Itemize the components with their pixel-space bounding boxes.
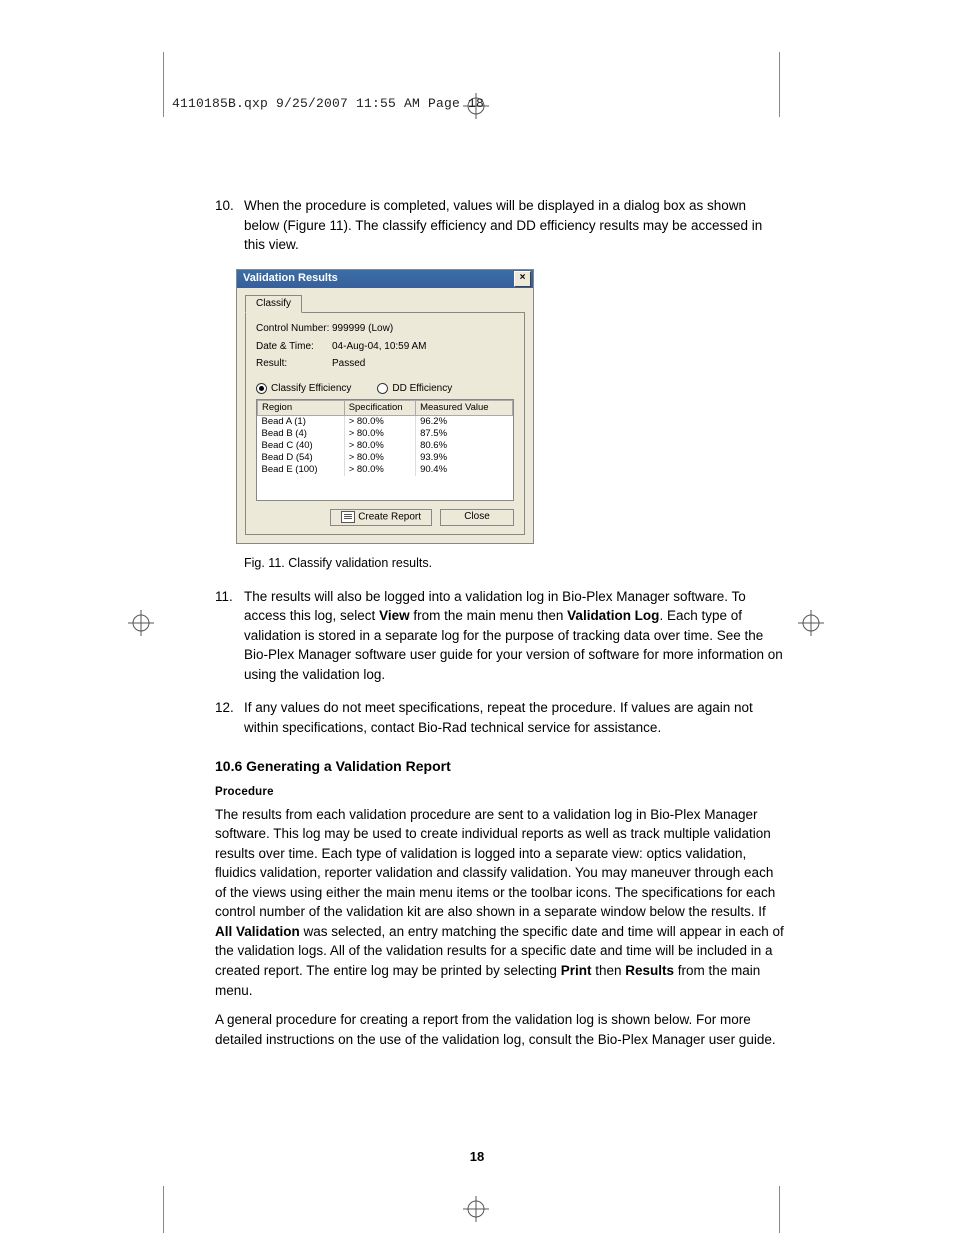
page: 4110185B.qxp 9/25/2007 11:55 AM Page 18 … bbox=[0, 0, 954, 1235]
header-imprint: 4110185B.qxp 9/25/2007 11:55 AM Page 18 bbox=[172, 95, 484, 114]
dialog-title-bar: Validation Results × bbox=[237, 270, 533, 288]
table-row: Bead C (40)> 80.0%80.6% bbox=[258, 440, 513, 452]
value-result: Passed bbox=[332, 358, 365, 371]
label-control-number: Control Number: bbox=[256, 323, 332, 336]
create-report-button[interactable]: Create Report bbox=[330, 509, 432, 526]
crop-mark bbox=[779, 1186, 780, 1233]
table-row: Bead B (4)> 80.0%87.5% bbox=[258, 428, 513, 440]
table-row: Bead D (54)> 80.0%93.9% bbox=[258, 452, 513, 464]
tab-classify[interactable]: Classify bbox=[245, 295, 302, 314]
dialog-body: Classify Control Number: 999999 (Low) Da… bbox=[237, 288, 533, 544]
label-date-time: Date & Time: bbox=[256, 341, 332, 354]
radio-classify-efficiency[interactable]: Classify Efficiency bbox=[256, 383, 351, 396]
content-column: 10. When the procedure is completed, val… bbox=[215, 196, 785, 1059]
registration-mark-icon bbox=[463, 1196, 489, 1222]
registration-mark-icon bbox=[128, 610, 154, 636]
close-icon[interactable]: × bbox=[514, 271, 531, 287]
list-number: 10. bbox=[215, 196, 244, 255]
radio-dd-efficiency[interactable]: DD Efficiency bbox=[377, 383, 452, 396]
procedure-heading: Procedure bbox=[215, 784, 785, 801]
report-icon bbox=[341, 511, 355, 523]
paragraph: The results from each validation procedu… bbox=[215, 805, 785, 1001]
crop-mark bbox=[163, 52, 164, 117]
list-item: 11. The results will also be logged into… bbox=[215, 587, 785, 685]
list-body: When the procedure is completed, values … bbox=[244, 196, 785, 255]
table-row: Bead A (1)> 80.0%96.2% bbox=[258, 416, 513, 428]
validation-results-dialog: Validation Results × Classify Control Nu… bbox=[236, 269, 534, 545]
radio-icon bbox=[377, 383, 388, 394]
section-heading: 10.6 Generating a Validation Report bbox=[215, 756, 785, 776]
list-body: If any values do not meet specifications… bbox=[244, 698, 785, 737]
page-number: 18 bbox=[0, 1148, 954, 1167]
list-number: 11. bbox=[215, 587, 244, 685]
dialog-title: Validation Results bbox=[243, 272, 338, 286]
col-specification: Specification bbox=[344, 401, 415, 416]
list-number: 12. bbox=[215, 698, 244, 737]
results-table: Region Specification Measured Value Bead… bbox=[256, 399, 514, 501]
crop-mark bbox=[163, 1186, 164, 1233]
value-date-time: 04-Aug-04, 10:59 AM bbox=[332, 341, 427, 354]
value-control-number: 999999 (Low) bbox=[332, 323, 393, 336]
label-result: Result: bbox=[256, 358, 332, 371]
list-item: 12. If any values do not meet specificat… bbox=[215, 698, 785, 737]
crop-mark bbox=[779, 52, 780, 117]
col-measured-value: Measured Value bbox=[416, 401, 513, 416]
figure-caption: Fig. 11. Classify validation results. bbox=[244, 554, 785, 572]
paragraph: A general procedure for creating a repor… bbox=[215, 1010, 785, 1049]
col-region: Region bbox=[258, 401, 345, 416]
table-row: Bead E (100)> 80.0%90.4% bbox=[258, 464, 513, 476]
tab-panel: Control Number: 999999 (Low) Date & Time… bbox=[245, 312, 525, 535]
registration-mark-icon bbox=[798, 610, 824, 636]
list-item: 10. When the procedure is completed, val… bbox=[215, 196, 785, 255]
radio-icon bbox=[256, 383, 267, 394]
close-button[interactable]: Close bbox=[440, 509, 514, 526]
list-body: The results will also be logged into a v… bbox=[244, 587, 785, 685]
